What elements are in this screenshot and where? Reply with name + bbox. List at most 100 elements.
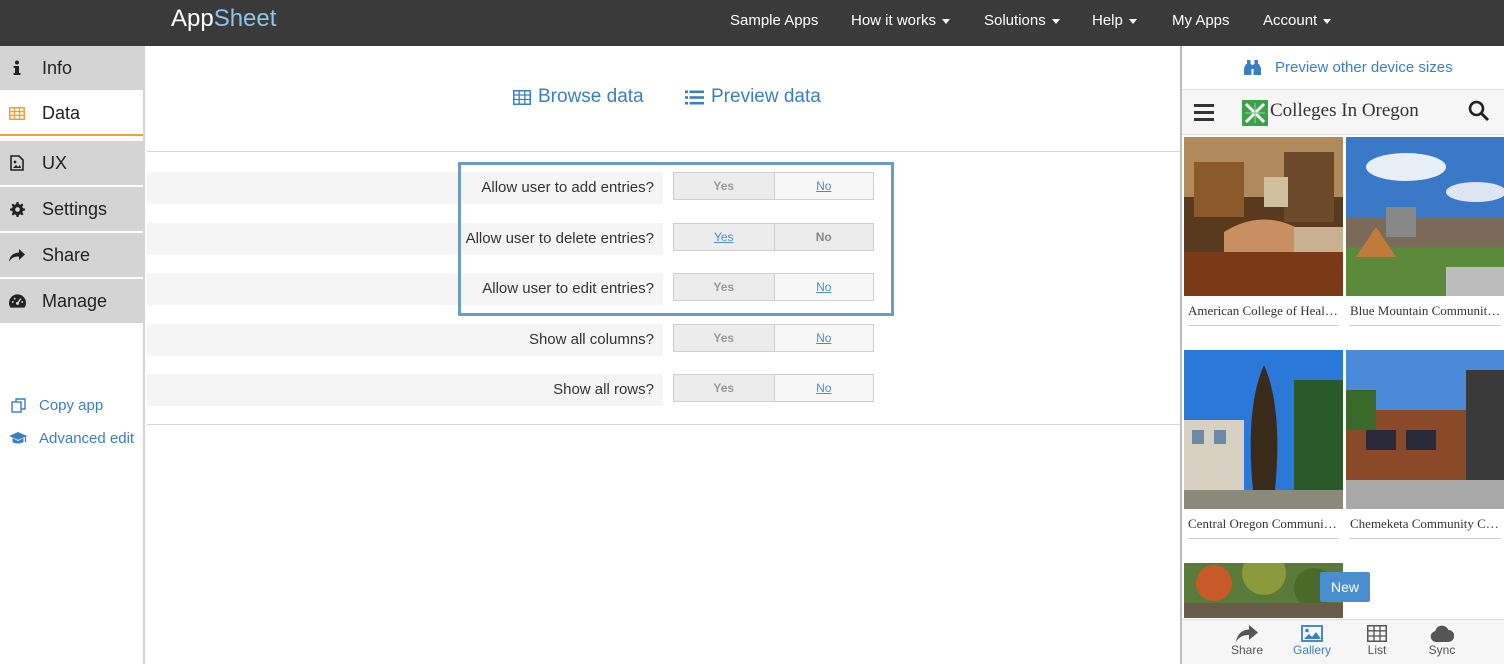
new-button[interactable]: New	[1320, 572, 1370, 602]
sidebar-item-info[interactable]: Info	[0, 46, 143, 90]
table-icon	[513, 89, 531, 105]
edit-entries-toggle: Yes No	[673, 273, 874, 301]
caret-down-icon	[1323, 18, 1332, 24]
add-entries-toggle: Yes No	[673, 172, 874, 200]
gallery-card[interactable]: Blue Mountain Community College	[1346, 137, 1504, 326]
bottom-tab-gallery[interactable]: Gallery	[1287, 625, 1337, 657]
nav-solutions[interactable]: Solutions	[984, 12, 1060, 29]
sidebar-item-label: Settings	[42, 198, 108, 219]
nav-sample-apps[interactable]: Sample Apps	[730, 12, 818, 29]
divider	[147, 424, 1182, 425]
gear-icon	[0, 201, 34, 217]
browse-data-tab[interactable]: Browse data	[513, 86, 644, 108]
yes-button[interactable]: Yes	[674, 224, 774, 250]
hamburger-menu-icon[interactable]	[1194, 104, 1214, 125]
gallery-card[interactable]: Central Oregon Community College	[1184, 350, 1343, 539]
info-icon	[0, 60, 34, 76]
copy-app-link[interactable]: Copy app	[8, 397, 103, 414]
copy-icon	[8, 398, 28, 413]
search-icon[interactable]	[1468, 100, 1490, 127]
card-image	[1346, 137, 1504, 296]
no-button[interactable]: No	[773, 375, 873, 401]
card-label: Central Oregon Community College	[1188, 509, 1339, 539]
bottom-tab-label: Gallery	[1292, 643, 1331, 657]
app-logo-icon	[1242, 100, 1268, 126]
sidebar-item-label: Manage	[42, 290, 108, 311]
bottom-tab-sync[interactable]: Sync	[1417, 625, 1467, 657]
no-button[interactable]: No	[773, 224, 873, 250]
sidebar-item-label: Info	[42, 57, 73, 78]
preview-link-label: Preview other device sizes	[1275, 59, 1453, 76]
show-columns-toggle: Yes No	[673, 324, 874, 352]
cloud-icon	[1430, 625, 1454, 642]
yes-button[interactable]: Yes	[674, 173, 774, 199]
gallery-card[interactable]: Chemeketa Community College	[1346, 350, 1504, 539]
sidebar-item-ux[interactable]: UX	[0, 141, 143, 185]
preview-other-sizes-link[interactable]: Preview other device sizes	[1244, 59, 1453, 76]
sidebar-item-data[interactable]: Data	[0, 92, 143, 136]
caret-down-icon	[1051, 18, 1060, 24]
app-title: Colleges In Oregon	[1270, 100, 1419, 121]
nav-help[interactable]: Help	[1092, 12, 1137, 29]
delete-entries-toggle: Yes No	[673, 223, 874, 251]
divider	[147, 151, 1182, 152]
nav-my-apps[interactable]: My Apps	[1172, 12, 1230, 29]
share-icon	[0, 248, 34, 262]
sidebar-item-label: UX	[42, 152, 68, 173]
no-button[interactable]: No	[773, 325, 873, 351]
appsheet-logo[interactable]: AppSheet	[171, 5, 276, 33]
sidebar-item-label: Data	[42, 102, 81, 123]
setting-label: Show all columns?	[147, 324, 663, 356]
list-icon	[685, 90, 704, 104]
setting-label: Allow user to add entries?	[147, 172, 663, 204]
graduation-cap-icon	[8, 432, 28, 445]
logo-sheet: Sheet	[213, 5, 277, 32]
nav-account[interactable]: Account	[1263, 12, 1332, 29]
advanced-edit-link[interactable]: Advanced edit	[8, 430, 134, 447]
setting-label: Allow user to delete entries?	[147, 223, 663, 255]
sidebar-item-manage[interactable]: Manage	[0, 279, 143, 323]
yes-button[interactable]: Yes	[674, 375, 774, 401]
bottom-tab-label: Share	[1230, 643, 1264, 657]
sidebar-item-share[interactable]: Share	[0, 233, 143, 277]
card-image	[1184, 137, 1343, 296]
yes-button[interactable]: Yes	[674, 274, 774, 300]
card-image	[1184, 350, 1343, 509]
sidebar-item-settings[interactable]: Settings	[0, 187, 143, 231]
nav-how-it-works[interactable]: How it works	[851, 12, 951, 29]
show-rows-toggle: Yes No	[673, 374, 874, 402]
editor-sidebar: Info Data UX Settings Share Manage Copy …	[0, 46, 145, 664]
advanced-edit-label: Advanced edit	[39, 430, 135, 447]
bottom-tab-label: Sync	[1428, 643, 1456, 657]
caret-down-icon	[942, 18, 951, 24]
bottom-tab-list[interactable]: List	[1352, 625, 1402, 657]
logo-app: App	[171, 5, 214, 32]
table-icon	[1367, 625, 1387, 642]
no-button[interactable]: No	[773, 274, 873, 300]
data-options-panel: Browse data Preview data Allow user to a…	[147, 46, 1182, 664]
app-header: Colleges In Oregon	[1182, 89, 1504, 135]
preview-data-tab[interactable]: Preview data	[685, 86, 821, 108]
card-label: Chemeketa Community College	[1350, 509, 1501, 539]
image-icon	[0, 155, 34, 171]
dashboard-icon	[0, 294, 34, 308]
setting-label: Show all rows?	[147, 374, 663, 406]
caret-down-icon	[1128, 18, 1137, 24]
card-label: American College of Healthcare Sciences	[1188, 296, 1339, 326]
app-bottom-bar: Share Gallery List Sync	[1182, 619, 1504, 664]
binoculars-icon	[1244, 60, 1261, 75]
gallery-card[interactable]: American College of Healthcare Sciences	[1184, 137, 1343, 326]
yes-button[interactable]: Yes	[674, 325, 774, 351]
device-preview-panel: Preview other device sizes Colleges In O…	[1180, 46, 1504, 664]
preview-data-label: Preview data	[711, 86, 821, 107]
copy-app-label: Copy app	[39, 397, 104, 414]
browse-data-label: Browse data	[538, 86, 644, 107]
card-label: Blue Mountain Community College	[1350, 296, 1501, 326]
top-navbar: AppSheet Sample Apps How it works Soluti…	[0, 0, 1504, 46]
image-icon	[1301, 625, 1323, 642]
bottom-tab-share[interactable]: Share	[1222, 625, 1272, 657]
share-icon	[1236, 625, 1258, 642]
no-button[interactable]: No	[773, 173, 873, 199]
setting-label: Allow user to edit entries?	[147, 273, 663, 305]
sidebar-item-label: Share	[42, 244, 91, 265]
